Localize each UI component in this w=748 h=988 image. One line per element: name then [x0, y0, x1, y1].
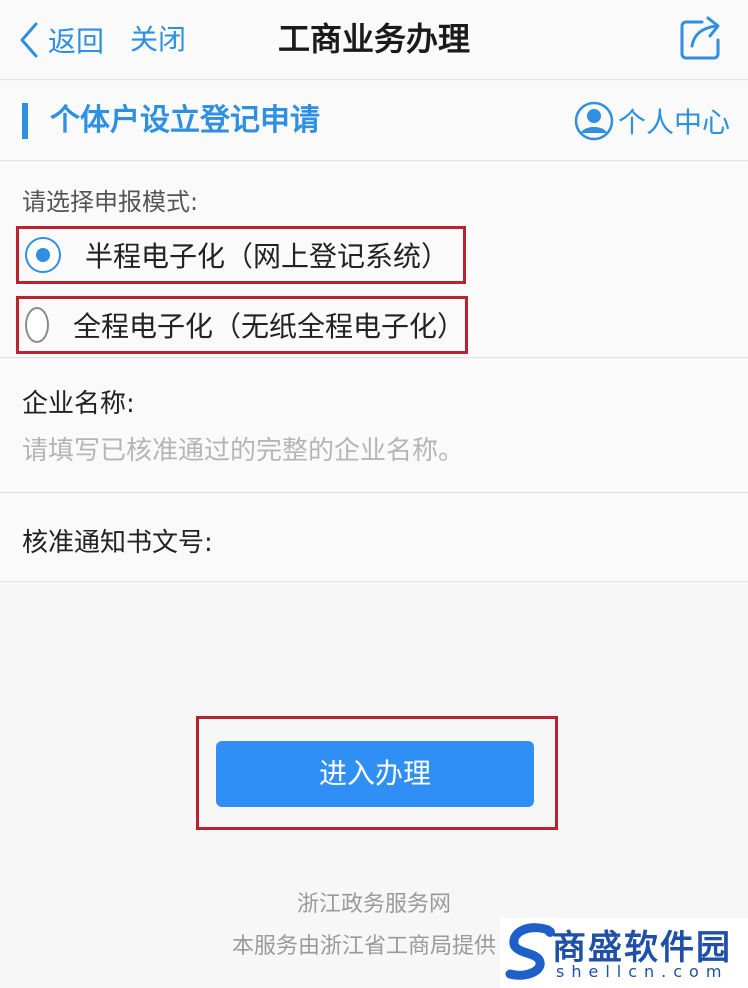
personal-center-link[interactable]: 个人中心 [574, 99, 730, 143]
company-name-input[interactable] [22, 431, 722, 471]
mode-option-label: 全程电子化（无纸全程电子化） [72, 310, 465, 343]
radio-checked-icon[interactable] [25, 237, 61, 273]
user-circle-icon [574, 101, 614, 141]
share-icon[interactable] [676, 14, 724, 62]
mode-selection: 请选择申报模式: 半程电子化（网上登记系统） 全程电子化（无纸全程电子化） [0, 162, 748, 358]
radio-unchecked-icon[interactable] [25, 307, 49, 343]
approval-number-field: 核准通知书文号: [0, 494, 748, 582]
footer-site-name: 浙江政务服务网 [296, 892, 451, 917]
nav-bar: 返回 关闭 工商业务办理 [0, 0, 748, 80]
company-name-label: 企业名称: [22, 389, 135, 419]
mode-option-label: 半程电子化（网上登记系统） [85, 240, 450, 273]
watermark-domain: shellcn.com [556, 962, 729, 981]
page-title: 工商业务办理 [277, 20, 470, 58]
company-name-field: 企业名称: [0, 359, 748, 493]
mode-label: 请选择申报模式: [22, 188, 199, 216]
mode-option-full-electronic[interactable]: 全程电子化（无纸全程电子化） [16, 296, 468, 354]
section-accent-bar [22, 103, 28, 139]
mode-option-half-electronic[interactable]: 半程电子化（网上登记系统） [16, 226, 466, 284]
section-header: 个体户设立登记申请 个人中心 [0, 81, 748, 161]
approval-number-input[interactable] [310, 518, 730, 558]
watermark: 商盛软件园 shellcn.com [500, 918, 748, 988]
submit-button[interactable]: 进入办理 [216, 741, 534, 807]
footer-provider: 本服务由浙江省工商局提供 [232, 934, 497, 959]
approval-number-label: 核准通知书文号: [22, 528, 213, 558]
section-title: 个体户设立登记申请 [50, 103, 320, 138]
personal-center-label: 个人中心 [617, 106, 730, 139]
